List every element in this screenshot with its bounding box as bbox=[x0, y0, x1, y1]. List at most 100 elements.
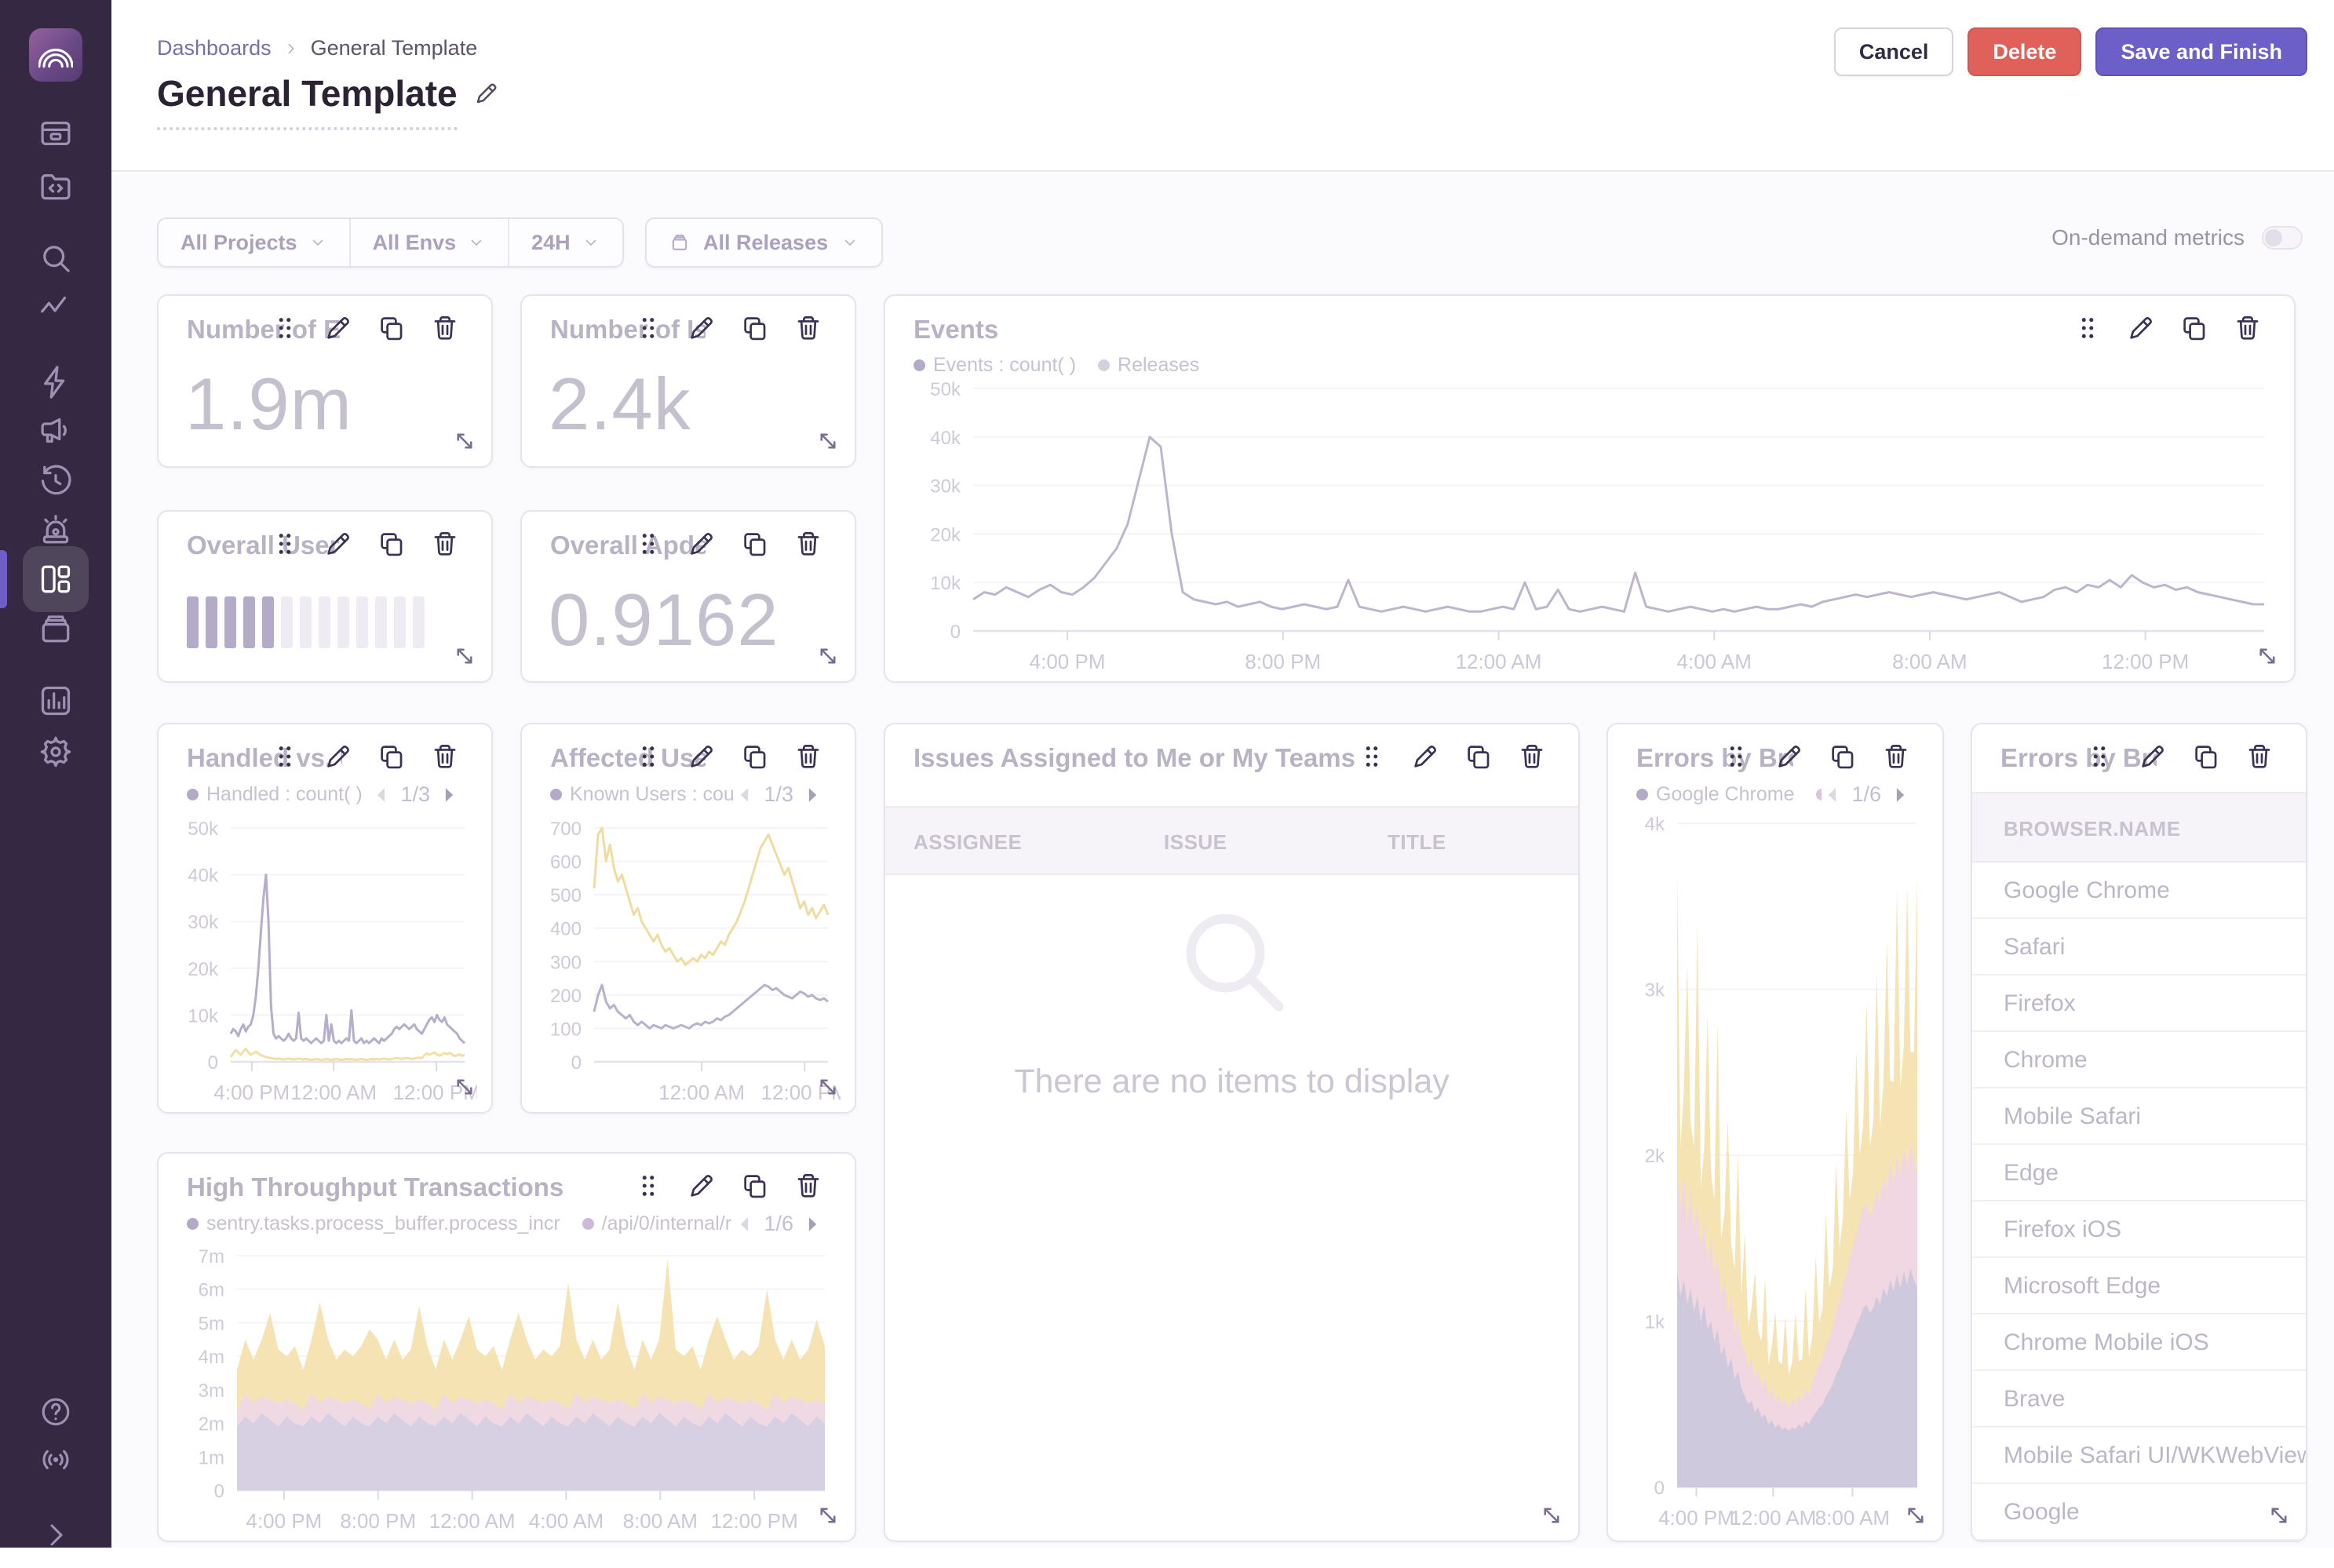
widget-drag-handle[interactable] bbox=[2073, 313, 2102, 343]
edit-widget-button[interactable] bbox=[1410, 742, 1440, 771]
cancel-button[interactable]: Cancel bbox=[1834, 27, 1954, 76]
delete-widget-button[interactable] bbox=[2245, 742, 2274, 771]
edit-widget-button[interactable] bbox=[687, 742, 717, 771]
trash-icon bbox=[1517, 742, 1547, 771]
events-chart: 010k20k30k40k50k4:00 PM8:00 PM12:00 AM4:… bbox=[906, 377, 2277, 676]
previous-page-button[interactable] bbox=[734, 1212, 757, 1236]
environments-filter[interactable]: All Envs bbox=[349, 219, 509, 266]
drag-icon bbox=[270, 313, 300, 343]
widget-toolbar bbox=[633, 1171, 823, 1201]
x-tick-label: 4:00 PM bbox=[213, 1081, 290, 1104]
resize-handle[interactable] bbox=[2265, 1501, 2293, 1530]
y-tick-label: 10k bbox=[188, 1005, 219, 1026]
widget-drag-handle[interactable] bbox=[633, 313, 663, 343]
resize-handle[interactable] bbox=[450, 642, 479, 670]
y-tick-label: 3m bbox=[199, 1380, 224, 1402]
pencil-icon bbox=[2138, 742, 2168, 771]
drag-icon bbox=[633, 1171, 663, 1201]
previous-page-button[interactable] bbox=[1822, 783, 1845, 807]
sidebar-item-broadcast[interactable] bbox=[23, 1427, 89, 1493]
duplicate-widget-button[interactable] bbox=[740, 1171, 770, 1201]
releases-filter[interactable]: All Releases bbox=[645, 217, 883, 268]
edit-widget-button[interactable] bbox=[1774, 742, 1804, 771]
widget-drag-handle[interactable] bbox=[1721, 742, 1751, 771]
widget-drag-handle[interactable] bbox=[270, 313, 300, 343]
delete-widget-button[interactable] bbox=[430, 313, 460, 343]
trash-icon bbox=[793, 529, 823, 559]
previous-page-button[interactable] bbox=[734, 783, 757, 807]
on-demand-metrics-toggle[interactable] bbox=[2262, 226, 2303, 250]
edit-widget-button[interactable] bbox=[323, 742, 353, 771]
delete-button[interactable]: Delete bbox=[1967, 27, 2081, 76]
duplicate-widget-button[interactable] bbox=[1828, 742, 1858, 771]
resize-handle[interactable] bbox=[814, 427, 842, 455]
resize-handle[interactable] bbox=[1902, 1501, 1930, 1530]
edit-widget-button[interactable] bbox=[687, 529, 717, 559]
delete-widget-button[interactable] bbox=[1517, 742, 1547, 771]
edit-widget-button[interactable] bbox=[2126, 313, 2156, 343]
misery-bar bbox=[375, 596, 387, 648]
resize-handle[interactable] bbox=[2253, 642, 2281, 670]
sentry-logo[interactable] bbox=[29, 28, 82, 82]
widget-drag-handle[interactable] bbox=[2084, 742, 2114, 771]
legend-label: Handled : count( ) bbox=[206, 783, 363, 806]
previous-page-button[interactable] bbox=[370, 783, 394, 807]
widget-drag-handle[interactable] bbox=[270, 529, 300, 559]
delete-widget-button[interactable] bbox=[430, 529, 460, 559]
next-page-button[interactable] bbox=[1887, 783, 1911, 807]
duplicate-widget-button[interactable] bbox=[2191, 742, 2221, 771]
delete-widget-button[interactable] bbox=[793, 742, 823, 771]
resize-handle[interactable] bbox=[450, 1073, 479, 1101]
caret-right-icon bbox=[800, 1212, 823, 1236]
sidebar-item-settings[interactable] bbox=[23, 719, 89, 785]
delete-widget-button[interactable] bbox=[793, 1171, 823, 1201]
sidebar-item-performance[interactable] bbox=[23, 275, 89, 341]
sidebar-item-projects[interactable] bbox=[23, 153, 89, 219]
save-and-finish-button[interactable]: Save and Finish bbox=[2095, 27, 2307, 76]
resize-handle[interactable] bbox=[814, 1501, 842, 1530]
next-page-button[interactable] bbox=[800, 1212, 823, 1236]
next-page-button[interactable] bbox=[800, 783, 823, 807]
resize-handle[interactable] bbox=[814, 642, 842, 670]
duplicate-widget-button[interactable] bbox=[740, 313, 770, 343]
breadcrumb-dashboards-link[interactable]: Dashboards bbox=[157, 36, 272, 60]
duplicate-widget-button[interactable] bbox=[740, 742, 770, 771]
duplicate-widget-button[interactable] bbox=[2179, 313, 2209, 343]
duplicate-widget-button[interactable] bbox=[377, 529, 407, 559]
duplicate-widget-button[interactable] bbox=[1464, 742, 1493, 771]
sidebar-item-collapse[interactable] bbox=[23, 1502, 89, 1568]
edit-widget-button[interactable] bbox=[323, 529, 353, 559]
edit-widget-button[interactable] bbox=[687, 1171, 717, 1201]
widget-drag-handle[interactable] bbox=[633, 742, 663, 771]
edit-widget-button[interactable] bbox=[2138, 742, 2168, 771]
widget-drag-handle[interactable] bbox=[633, 529, 663, 559]
resize-handle[interactable] bbox=[814, 1073, 842, 1101]
resize-handle[interactable] bbox=[450, 427, 479, 455]
delete-widget-button[interactable] bbox=[793, 313, 823, 343]
chevron-right-icon bbox=[283, 40, 300, 57]
misery-bar bbox=[206, 596, 217, 648]
delete-widget-button[interactable] bbox=[2233, 313, 2263, 343]
edit-title-pencil-icon[interactable] bbox=[473, 80, 500, 107]
projects-filter[interactable]: All Projects bbox=[159, 219, 349, 266]
edit-widget-button[interactable] bbox=[323, 313, 353, 343]
duplicate-widget-button[interactable] bbox=[377, 742, 407, 771]
widget-drag-handle[interactable] bbox=[633, 1171, 663, 1201]
empty-search-icon bbox=[1165, 893, 1299, 1026]
edit-widget-button[interactable] bbox=[687, 313, 717, 343]
delete-widget-button[interactable] bbox=[1881, 742, 1911, 771]
misery-bar bbox=[319, 596, 330, 648]
duplicate-widget-button[interactable] bbox=[377, 313, 407, 343]
trash-icon bbox=[430, 313, 460, 343]
resize-handle[interactable] bbox=[1537, 1501, 1566, 1530]
duplicate-widget-button[interactable] bbox=[740, 529, 770, 559]
delete-widget-button[interactable] bbox=[430, 742, 460, 771]
pencil-icon bbox=[473, 80, 500, 107]
widget-drag-handle[interactable] bbox=[270, 742, 300, 771]
next-page-button[interactable] bbox=[436, 783, 460, 807]
sidebar-item-releases[interactable] bbox=[23, 596, 89, 662]
widget-drag-handle[interactable] bbox=[1357, 742, 1387, 771]
table-row: Mobile Safari bbox=[1972, 1088, 2306, 1145]
delete-widget-button[interactable] bbox=[793, 529, 823, 559]
time-period-filter[interactable]: 24H bbox=[508, 219, 622, 266]
